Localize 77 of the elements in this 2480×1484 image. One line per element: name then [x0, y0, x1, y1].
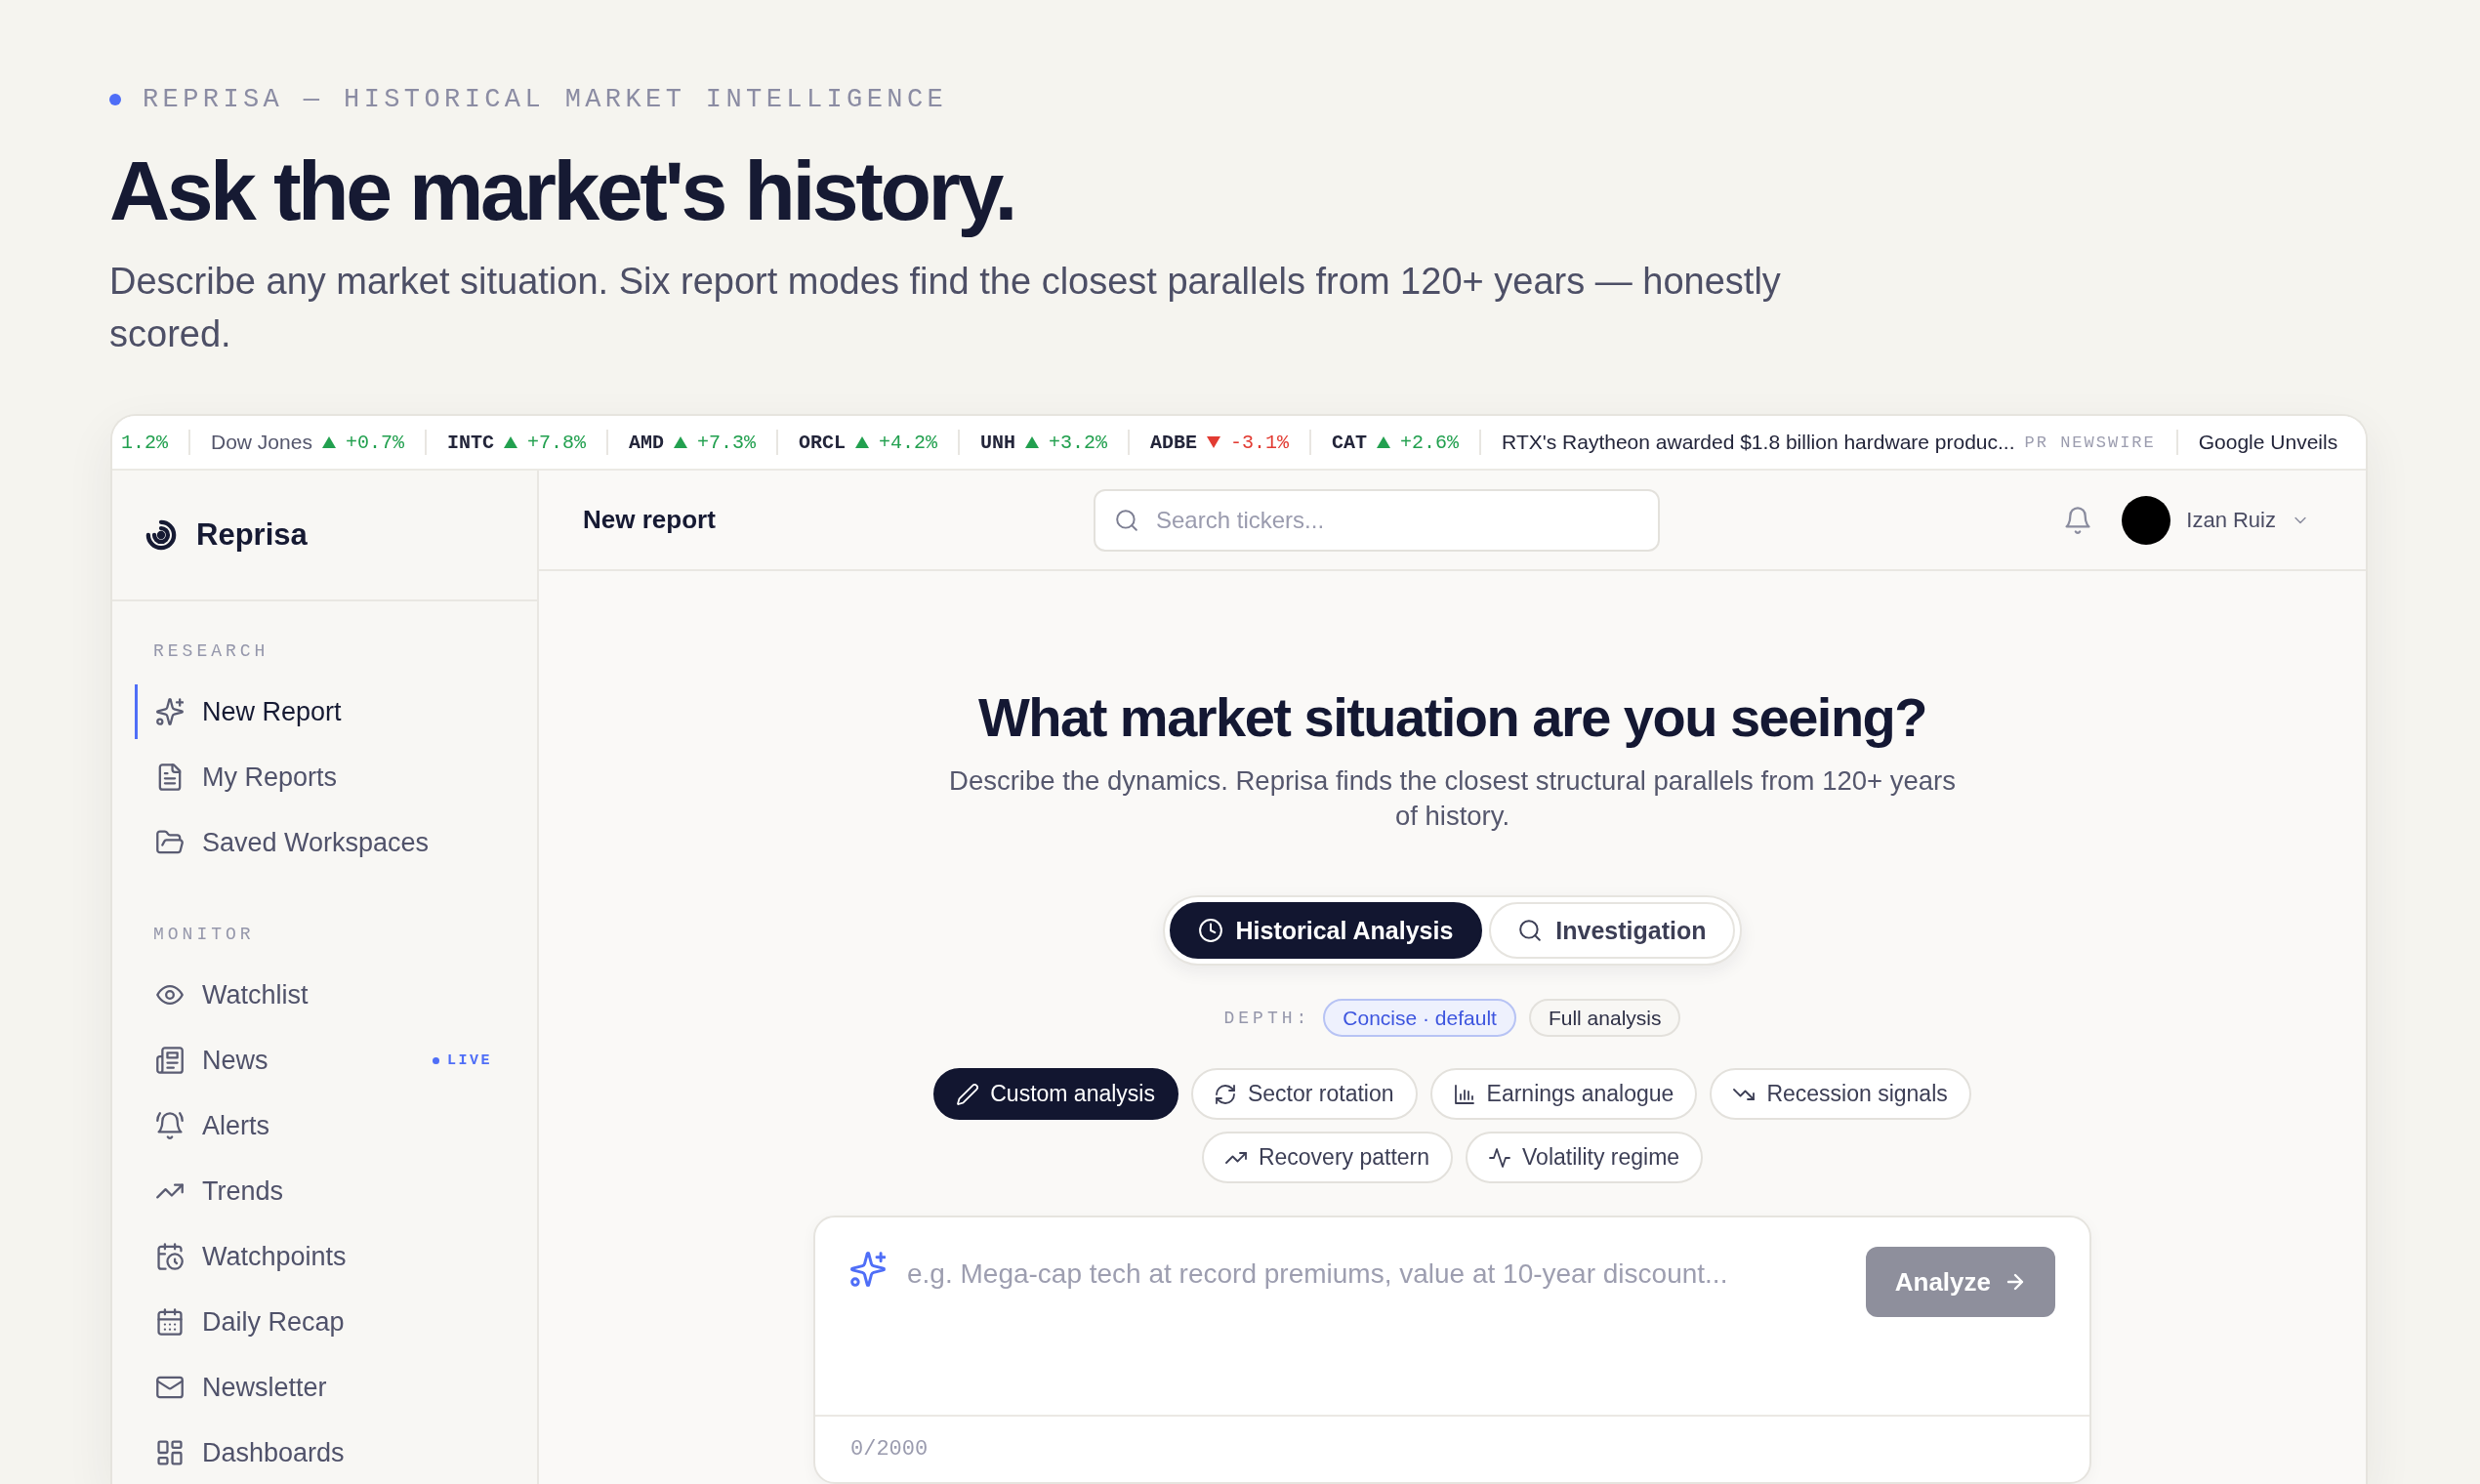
- folder-icon: [156, 829, 184, 856]
- price-change: +3.2%: [1049, 431, 1108, 454]
- nav-item[interactable]: Saved Workspaces: [135, 815, 492, 870]
- mode-tab[interactable]: Investigation: [1489, 902, 1736, 959]
- sparkle-icon: [156, 698, 184, 725]
- preset-option[interactable]: Recovery pattern: [1201, 1132, 1454, 1183]
- calendar-clock-icon: [156, 1243, 184, 1270]
- search-input[interactable]: Search tickers...: [1156, 506, 1638, 534]
- depth-label: DEPTH:: [1223, 1008, 1311, 1028]
- bell-icon: [156, 1112, 184, 1139]
- nav-item[interactable]: Watchpoints: [135, 1229, 492, 1284]
- prompt-field[interactable]: e.g. Mega-cap tech at record premiums, value at 10-year discount...: [907, 1255, 1840, 1401]
- nav-item[interactable]: Dashboards: [135, 1425, 492, 1480]
- refresh-icon: [1214, 1083, 1236, 1105]
- pulse-icon: [1489, 1146, 1511, 1169]
- ticker-symbol: ORCL: [799, 431, 846, 454]
- spiral-icon: [145, 518, 178, 552]
- price-change: +0.7%: [345, 431, 404, 454]
- search-icon: [1115, 508, 1138, 532]
- nav-item[interactable]: Daily Recap: [135, 1295, 492, 1349]
- price-change: +7.3%: [696, 431, 756, 454]
- price-change: +7.8%: [526, 431, 586, 454]
- preset-option[interactable]: Volatility regime: [1466, 1132, 1704, 1183]
- ticker-symbol: UNH: [980, 431, 1016, 454]
- preset-option[interactable]: Earnings analogue: [1429, 1068, 1698, 1120]
- search-field[interactable]: Search tickers...: [1094, 488, 1660, 552]
- ticker-symbol: AMD: [628, 431, 664, 454]
- news-headline[interactable]: Google Unveils: [2198, 431, 2338, 454]
- preset-option[interactable]: Custom analysis: [933, 1068, 1178, 1120]
- depth-option[interactable]: Full analysis: [1528, 999, 1681, 1037]
- dot-icon: [433, 1056, 439, 1064]
- mode-tab[interactable]: Historical Analysis: [1169, 902, 1483, 959]
- bar-chart-icon: [1453, 1083, 1475, 1105]
- page-title: New report: [583, 505, 716, 534]
- nav-item[interactable]: Trends: [135, 1164, 492, 1218]
- status-label: LIVE: [447, 1051, 492, 1069]
- ticker-symbol: ADBE: [1150, 431, 1198, 454]
- depth-option[interactable]: Concise · default: [1323, 999, 1516, 1037]
- nav-item[interactable]: New Report: [135, 684, 492, 739]
- document-icon: [156, 763, 184, 791]
- eyebrow-text: REPRISA — HISTORICAL MARKET INTELLIGENCE: [143, 84, 948, 115]
- brand-name: Reprisa: [196, 517, 308, 553]
- page-subtitle: Describe any market situation. Six report modes find the closest parallels from 120+ years — honestly scored.: [109, 260, 1782, 356]
- section-label: MONITOR: [153, 924, 255, 946]
- price-change: +2.6%: [1400, 431, 1460, 454]
- search-icon: [1518, 919, 1543, 942]
- index-name: Dow Jones: [211, 431, 312, 454]
- news-source: PR NEWSWIRE: [2024, 433, 2156, 452]
- bell-icon[interactable]: [2064, 506, 2092, 534]
- user-name[interactable]: Izan Ruiz: [2186, 507, 2276, 533]
- preset-option[interactable]: Sector rotation: [1190, 1068, 1418, 1120]
- section-label: RESEARCH: [153, 640, 269, 663]
- price-change: +4.2%: [879, 431, 937, 454]
- sparkle-icon: [850, 1252, 886, 1287]
- grid-icon: [156, 1439, 184, 1466]
- prompt-description: Describe the dynamics. Reprisa finds the closest structural parallels from 120+ years of history.: [948, 764, 1957, 833]
- clock-icon: [1198, 919, 1222, 942]
- character-counter: 0/2000: [850, 1437, 929, 1462]
- newspaper-icon: [156, 1047, 184, 1074]
- ticker-symbol: INTC: [446, 431, 494, 454]
- envelope-icon: [156, 1374, 184, 1401]
- nav-item[interactable]: News LIVE: [135, 1033, 492, 1088]
- nav-item[interactable]: Newsletter: [135, 1360, 492, 1415]
- nav-item[interactable]: Alerts: [135, 1098, 492, 1153]
- page-heading: Ask the market's history.: [109, 144, 1015, 237]
- dot-icon: [109, 94, 121, 105]
- arrow-right-icon: [2005, 1271, 2026, 1293]
- pencil-icon: [957, 1083, 979, 1105]
- news-headline[interactable]: RTX's Raytheon awarded $1.8 billion hardware produc...: [1502, 431, 2015, 454]
- calendar-icon: [156, 1308, 184, 1336]
- price-change: -3.1%: [1230, 431, 1290, 454]
- prompt-heading: What market situation are you seeing?: [978, 685, 1926, 750]
- nav-item[interactable]: Watchlist: [135, 968, 492, 1022]
- preset-option[interactable]: Recession signals: [1710, 1068, 1971, 1120]
- ticker-symbol: CAT: [1332, 431, 1368, 454]
- nav-item[interactable]: My Reports: [135, 750, 492, 804]
- price-change: 1.2%: [121, 431, 168, 454]
